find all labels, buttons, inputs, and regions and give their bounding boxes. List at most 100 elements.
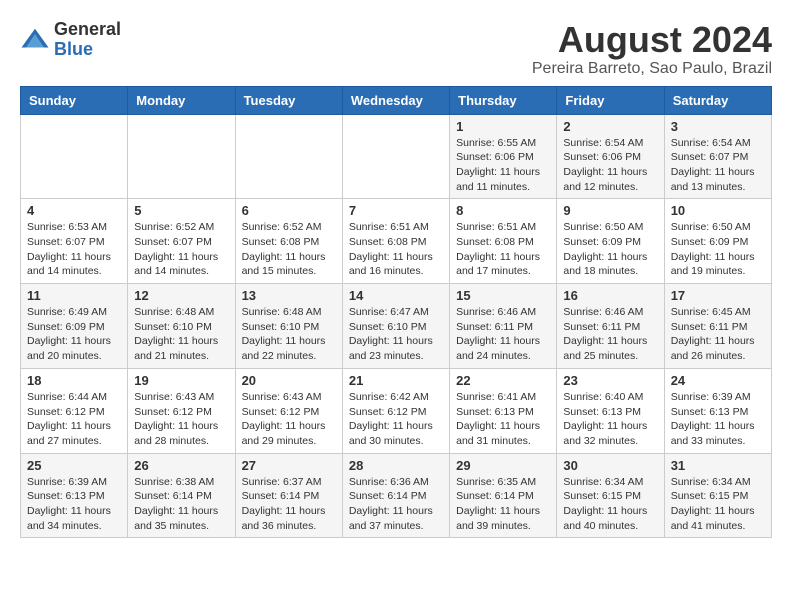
day-number: 27 xyxy=(242,458,336,473)
calendar-cell: 20Sunrise: 6:43 AM Sunset: 6:12 PM Dayli… xyxy=(235,368,342,453)
day-number: 12 xyxy=(134,288,228,303)
day-info: Sunrise: 6:46 AM Sunset: 6:11 PM Dayligh… xyxy=(456,305,550,364)
calendar-cell: 8 Sunrise: 6:51 AM Sunset: 6:08 PM Daylig… xyxy=(450,199,557,284)
calendar-week-4: 18Sunrise: 6:44 AM Sunset: 6:12 PM Dayli… xyxy=(21,368,772,453)
calendar-cell: 31 Sunrise: 6:34 AM Sunset: 6:15 PM Dayli… xyxy=(664,453,771,538)
calendar-cell: 13Sunrise: 6:48 AM Sunset: 6:10 PM Dayli… xyxy=(235,284,342,369)
day-info: Sunrise: 6:39 AM Sunset: 6:13 PM Dayligh… xyxy=(671,390,765,449)
day-info: Sunrise: 6:35 AM Sunset: 6:14 PM Dayligh… xyxy=(456,475,550,534)
day-number: 10 xyxy=(671,203,765,218)
day-info: Sunrise: 6:53 AM Sunset: 6:07 PM Dayligh… xyxy=(27,220,121,279)
calendar-cell: 10 Sunrise: 6:50 AM Sunset: 6:09 PM Dayli… xyxy=(664,199,771,284)
calendar-cell: 18Sunrise: 6:44 AM Sunset: 6:12 PM Dayli… xyxy=(21,368,128,453)
day-info: Sunrise: 6:51 AM Sunset: 6:08 PM Dayligh… xyxy=(349,220,443,279)
calendar-cell: 24 Sunrise: 6:39 AM Sunset: 6:13 PM Dayli… xyxy=(664,368,771,453)
day-number: 6 xyxy=(242,203,336,218)
calendar-cell: 12 Sunrise: 6:48 AM Sunset: 6:10 PM Dayli… xyxy=(128,284,235,369)
day-number: 26 xyxy=(134,458,228,473)
day-info: Sunrise: 6:51 AM Sunset: 6:08 PM Dayligh… xyxy=(456,220,550,279)
calendar-cell: 30 Sunrise: 6:34 AM Sunset: 6:15 PM Dayli… xyxy=(557,453,664,538)
weekday-header-saturday: Saturday xyxy=(664,86,771,114)
calendar-cell xyxy=(342,114,449,199)
day-number: 22 xyxy=(456,373,550,388)
day-number: 9 xyxy=(563,203,657,218)
day-number: 7 xyxy=(349,203,443,218)
day-info: Sunrise: 6:50 AM Sunset: 6:09 PM Dayligh… xyxy=(671,220,765,279)
calendar-cell: 16 Sunrise: 6:46 AM Sunset: 6:11 PM Dayli… xyxy=(557,284,664,369)
calendar-cell: 23Sunrise: 6:40 AM Sunset: 6:13 PM Dayli… xyxy=(557,368,664,453)
day-info: Sunrise: 6:44 AM Sunset: 6:12 PM Dayligh… xyxy=(27,390,121,449)
calendar-cell: 25 Sunrise: 6:39 AM Sunset: 6:13 PM Dayli… xyxy=(21,453,128,538)
day-info: Sunrise: 6:55 AM Sunset: 6:06 PM Dayligh… xyxy=(456,136,550,195)
calendar-cell: 28Sunrise: 6:36 AM Sunset: 6:14 PM Dayli… xyxy=(342,453,449,538)
day-info: Sunrise: 6:50 AM Sunset: 6:09 PM Dayligh… xyxy=(563,220,657,279)
calendar-table: SundayMondayTuesdayWednesdayThursdayFrid… xyxy=(20,86,772,539)
day-number: 30 xyxy=(563,458,657,473)
title-block: August 2024 Pereira Barreto, Sao Paulo, … xyxy=(532,20,772,78)
day-info: Sunrise: 6:43 AM Sunset: 6:12 PM Dayligh… xyxy=(134,390,228,449)
weekday-header-row: SundayMondayTuesdayWednesdayThursdayFrid… xyxy=(21,86,772,114)
day-number: 19 xyxy=(134,373,228,388)
page-header: General Blue August 2024 Pereira Barreto… xyxy=(20,20,772,78)
day-number: 29 xyxy=(456,458,550,473)
day-number: 31 xyxy=(671,458,765,473)
weekday-header-tuesday: Tuesday xyxy=(235,86,342,114)
calendar-cell: 6Sunrise: 6:52 AM Sunset: 6:08 PM Daylig… xyxy=(235,199,342,284)
day-info: Sunrise: 6:42 AM Sunset: 6:12 PM Dayligh… xyxy=(349,390,443,449)
day-info: Sunrise: 6:39 AM Sunset: 6:13 PM Dayligh… xyxy=(27,475,121,534)
day-info: Sunrise: 6:48 AM Sunset: 6:10 PM Dayligh… xyxy=(134,305,228,364)
calendar-week-1: 1Sunrise: 6:55 AM Sunset: 6:06 PM Daylig… xyxy=(21,114,772,199)
day-info: Sunrise: 6:34 AM Sunset: 6:15 PM Dayligh… xyxy=(671,475,765,534)
day-info: Sunrise: 6:45 AM Sunset: 6:11 PM Dayligh… xyxy=(671,305,765,364)
day-info: Sunrise: 6:41 AM Sunset: 6:13 PM Dayligh… xyxy=(456,390,550,449)
calendar-cell: 14Sunrise: 6:47 AM Sunset: 6:10 PM Dayli… xyxy=(342,284,449,369)
calendar-cell: 21 Sunrise: 6:42 AM Sunset: 6:12 PM Dayli… xyxy=(342,368,449,453)
day-number: 8 xyxy=(456,203,550,218)
calendar-week-2: 4 Sunrise: 6:53 AM Sunset: 6:07 PM Daylig… xyxy=(21,199,772,284)
day-number: 25 xyxy=(27,458,121,473)
day-info: Sunrise: 6:40 AM Sunset: 6:13 PM Dayligh… xyxy=(563,390,657,449)
day-info: Sunrise: 6:38 AM Sunset: 6:14 PM Dayligh… xyxy=(134,475,228,534)
day-info: Sunrise: 6:48 AM Sunset: 6:10 PM Dayligh… xyxy=(242,305,336,364)
day-number: 3 xyxy=(671,119,765,134)
day-number: 20 xyxy=(242,373,336,388)
day-number: 14 xyxy=(349,288,443,303)
calendar-cell: 29 Sunrise: 6:35 AM Sunset: 6:14 PM Dayli… xyxy=(450,453,557,538)
location: Pereira Barreto, Sao Paulo, Brazil xyxy=(532,60,772,78)
month-year: August 2024 xyxy=(532,20,772,60)
calendar-cell: 11 Sunrise: 6:49 AM Sunset: 6:09 PM Dayli… xyxy=(21,284,128,369)
day-number: 5 xyxy=(134,203,228,218)
logo-general: General xyxy=(54,20,121,40)
weekday-header-thursday: Thursday xyxy=(450,86,557,114)
day-info: Sunrise: 6:52 AM Sunset: 6:07 PM Dayligh… xyxy=(134,220,228,279)
day-info: Sunrise: 6:34 AM Sunset: 6:15 PM Dayligh… xyxy=(563,475,657,534)
day-info: Sunrise: 6:37 AM Sunset: 6:14 PM Dayligh… xyxy=(242,475,336,534)
calendar-cell: 17 Sunrise: 6:45 AM Sunset: 6:11 PM Dayli… xyxy=(664,284,771,369)
day-number: 24 xyxy=(671,373,765,388)
day-number: 2 xyxy=(563,119,657,134)
logo-icon xyxy=(20,25,50,55)
calendar-body: 1Sunrise: 6:55 AM Sunset: 6:06 PM Daylig… xyxy=(21,114,772,538)
calendar-cell: 1Sunrise: 6:55 AM Sunset: 6:06 PM Daylig… xyxy=(450,114,557,199)
day-info: Sunrise: 6:54 AM Sunset: 6:07 PM Dayligh… xyxy=(671,136,765,195)
day-info: Sunrise: 6:49 AM Sunset: 6:09 PM Dayligh… xyxy=(27,305,121,364)
logo: General Blue xyxy=(20,20,121,60)
day-number: 17 xyxy=(671,288,765,303)
calendar-cell: 27 Sunrise: 6:37 AM Sunset: 6:14 PM Dayli… xyxy=(235,453,342,538)
calendar-cell: 3 Sunrise: 6:54 AM Sunset: 6:07 PM Daylig… xyxy=(664,114,771,199)
day-number: 11 xyxy=(27,288,121,303)
calendar-cell: 5 Sunrise: 6:52 AM Sunset: 6:07 PM Daylig… xyxy=(128,199,235,284)
calendar-cell xyxy=(128,114,235,199)
day-info: Sunrise: 6:46 AM Sunset: 6:11 PM Dayligh… xyxy=(563,305,657,364)
calendar-cell: 19 Sunrise: 6:43 AM Sunset: 6:12 PM Dayli… xyxy=(128,368,235,453)
day-number: 4 xyxy=(27,203,121,218)
weekday-header-friday: Friday xyxy=(557,86,664,114)
day-number: 21 xyxy=(349,373,443,388)
day-number: 16 xyxy=(563,288,657,303)
calendar-cell xyxy=(235,114,342,199)
weekday-header-sunday: Sunday xyxy=(21,86,128,114)
calendar-cell xyxy=(21,114,128,199)
calendar-cell: 15Sunrise: 6:46 AM Sunset: 6:11 PM Dayli… xyxy=(450,284,557,369)
logo-text: General Blue xyxy=(54,20,121,60)
day-number: 28 xyxy=(349,458,443,473)
